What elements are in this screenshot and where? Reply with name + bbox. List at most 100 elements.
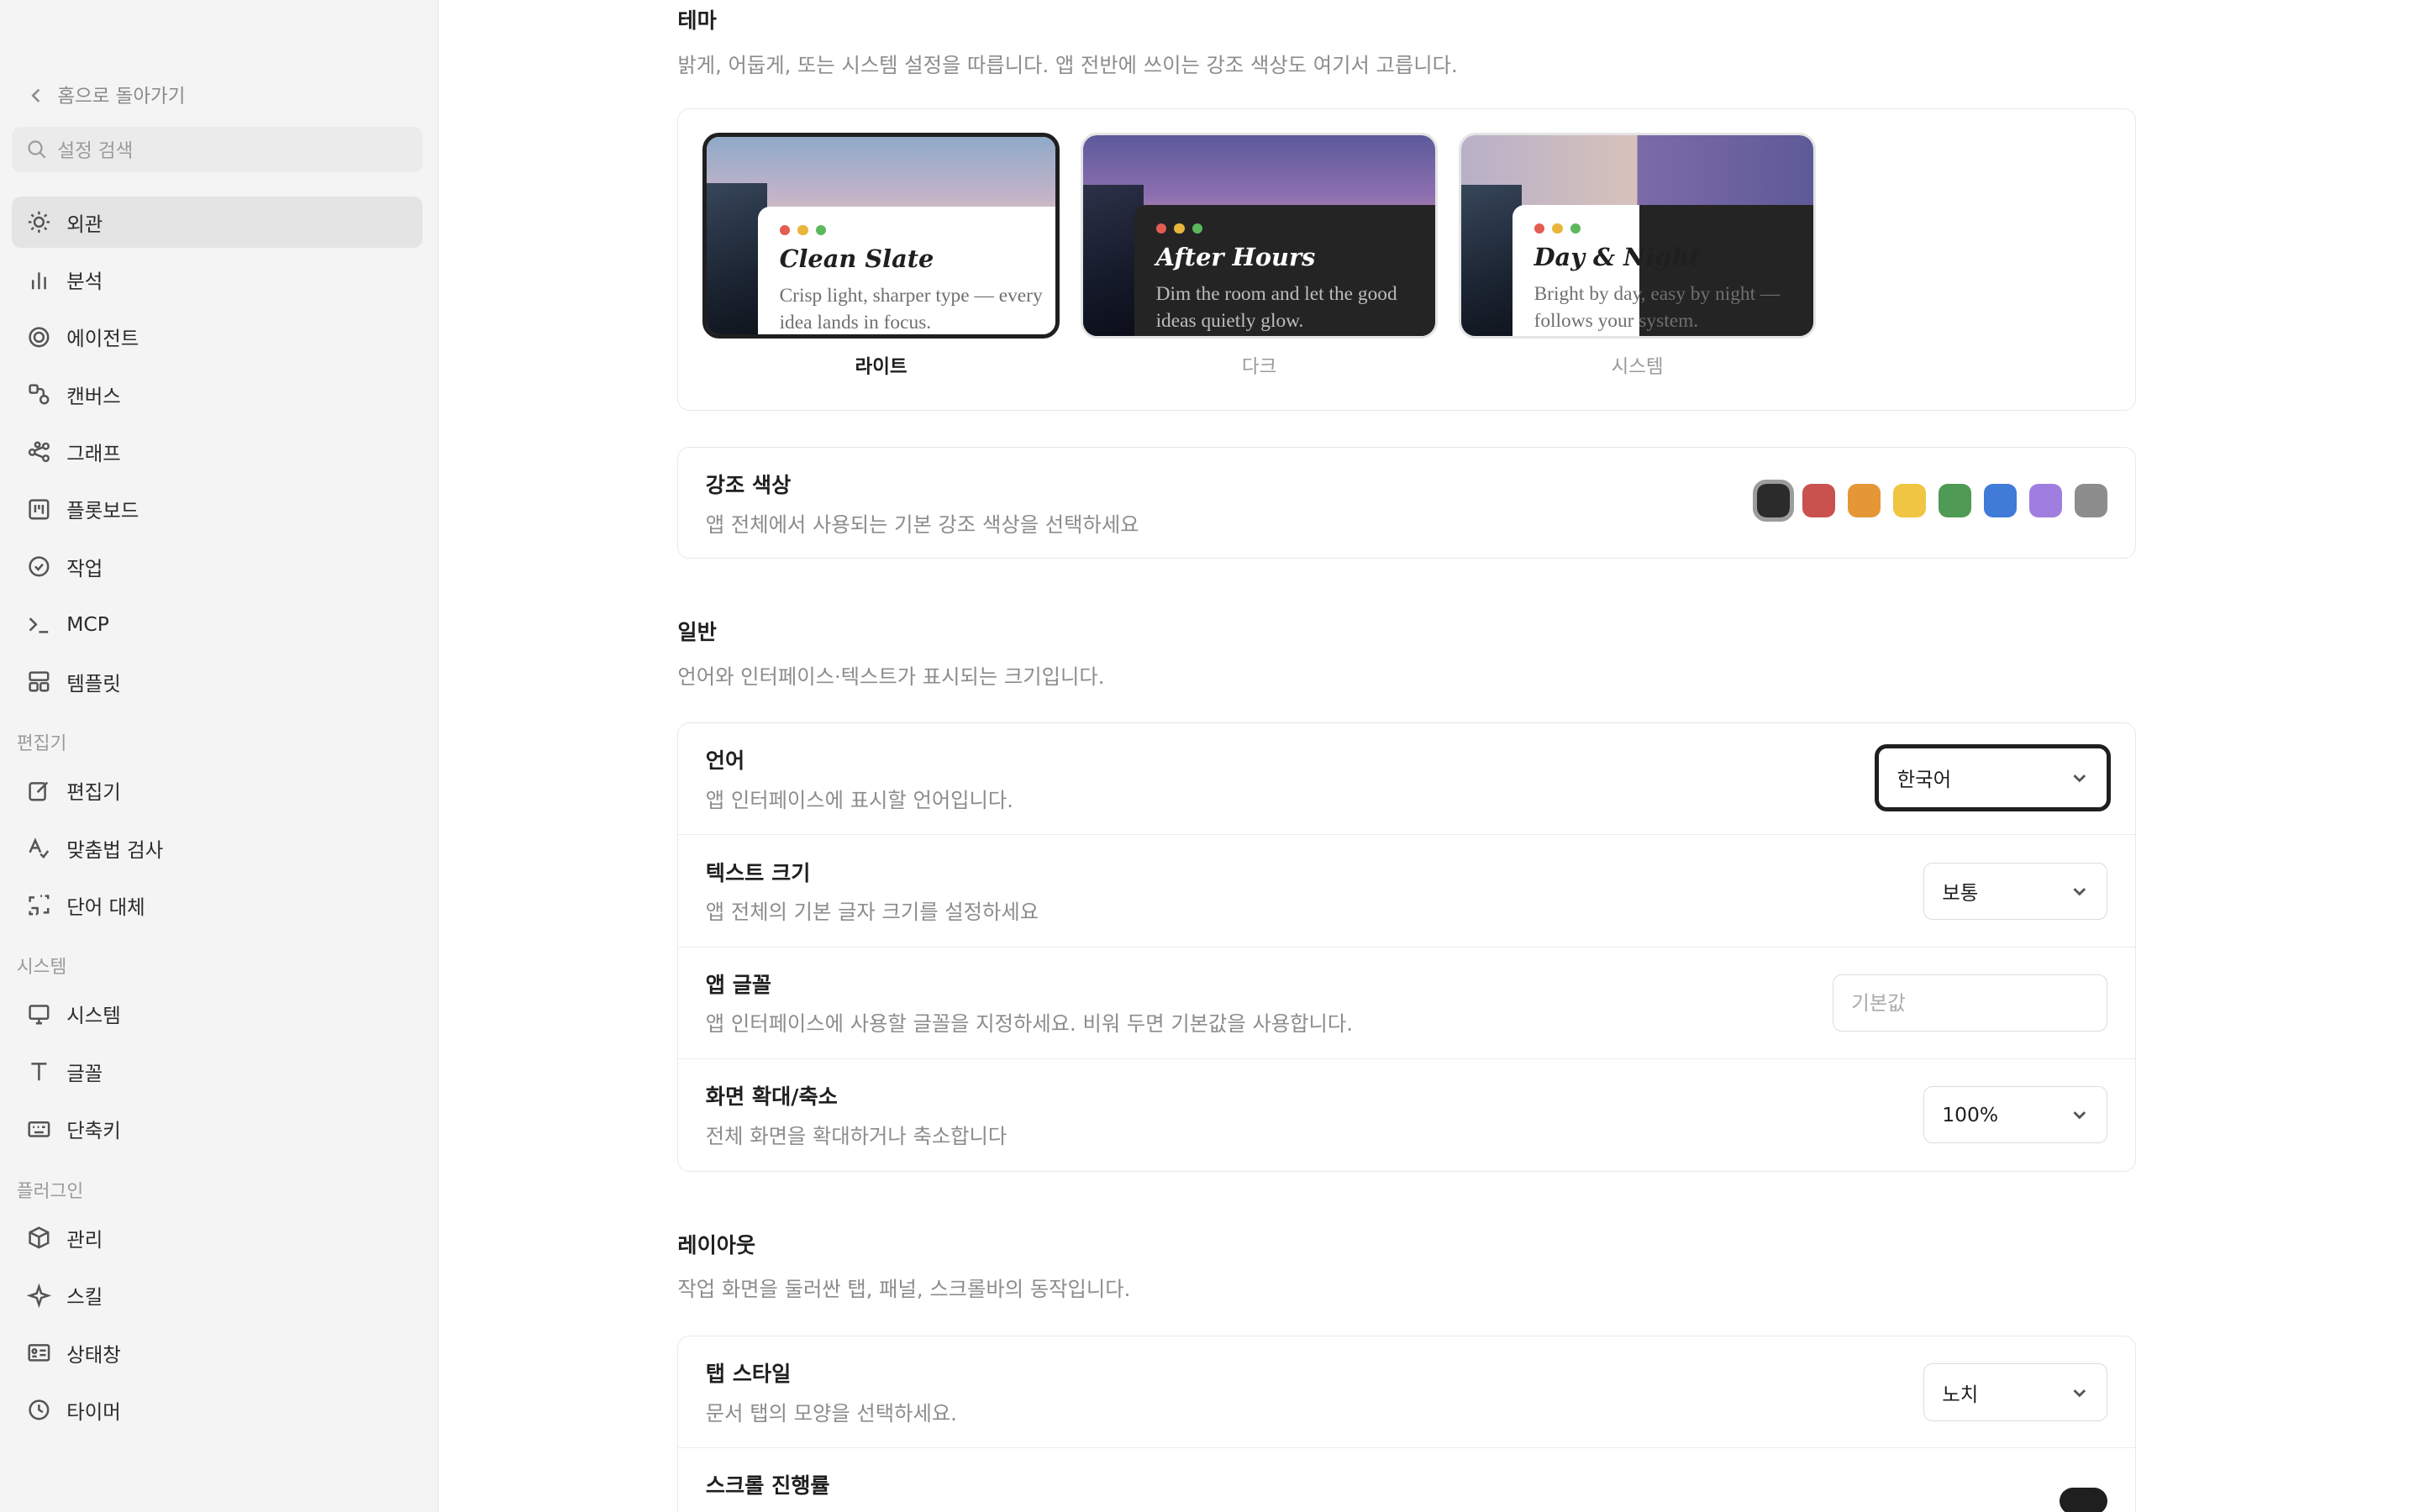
theme-preview-system[interactable]: Day & Night Bright by day, easy by night…: [1459, 133, 1816, 339]
theme-tagline: Bright by day, easy by night — follows y…: [1534, 282, 1781, 333]
sidebar-item-tasks[interactable]: 작업: [12, 541, 423, 592]
language-value: 한국어: [1897, 767, 1952, 791]
zoom-title: 화면 확대/축소: [705, 1084, 838, 1109]
scroll-progress-title: 스크롤 진행률: [705, 1473, 830, 1499]
check-circle-icon: [29, 556, 50, 577]
text-size-select[interactable]: 보통: [1923, 862, 2108, 921]
settings-content: 테마 밝게, 어둡게, 또는 시스템 설정을 따릅니다. 앱 전반에 쓰이는 강…: [677, 0, 2136, 1512]
layout-section-title: 레이아웃: [677, 1233, 756, 1258]
replace-icon: [29, 895, 50, 916]
sidebar-item-graph[interactable]: 그래프: [12, 426, 423, 477]
nav-group-plugins: 플러그인: [16, 1180, 84, 1202]
theme-tagline: Crisp light, sharper type — every idea l…: [779, 284, 1043, 334]
theme-label-light: 라이트: [855, 356, 908, 379]
sidebar-item-spellcheck[interactable]: 맞춤법 검사: [12, 822, 423, 874]
status-card-icon: [28, 1344, 50, 1362]
sidebar-item-editor[interactable]: 편집기: [12, 765, 423, 816]
theme-option-system[interactable]: Day & Night Bright by day, easy by night…: [1459, 133, 1816, 379]
chevron-down-icon: [2073, 888, 2086, 896]
nav-group-system: 시스템: [16, 957, 67, 979]
window-preview: Day & Night Bright by day, easy by night…: [1512, 205, 1813, 337]
accent-swatch[interactable]: [1983, 483, 2018, 517]
accent-swatch[interactable]: [1847, 483, 1881, 517]
accent-swatch[interactable]: [2074, 483, 2108, 517]
tab-style-title: 탭 스타일: [705, 1362, 792, 1387]
language-row: 언어 앱 인터페이스에 표시할 언어입니다. 한국어: [678, 723, 2135, 836]
chevron-down-icon: [2073, 1111, 2086, 1120]
general-section-desc: 언어와 인터페이스·텍스트가 표시되는 크기입니다.: [677, 664, 1105, 689]
tab-style-row: 탭 스타일 문서 탭의 모양을 선택하세요. 노치: [678, 1336, 2135, 1449]
sidebar-item-analytics[interactable]: 분석: [12, 254, 423, 305]
tab-style-value: 노치: [1942, 1382, 1979, 1406]
theme-name: Day & Night: [1534, 243, 1701, 272]
sidebar-item-skills[interactable]: 스킬: [12, 1270, 423, 1321]
accent-color-row: 강조 색상 앱 전체에서 사용되는 기본 강조 색상을 선택하세요: [677, 446, 2136, 559]
theme-name: Clean Slate: [779, 244, 934, 274]
theme-preview-light[interactable]: Clean Slate Crisp light, sharper type — …: [702, 133, 1060, 339]
app-font-input[interactable]: [1832, 974, 2108, 1032]
nav-main: 외관 분석 에이전트 캔버스 그래프 플롯보드 작업 MCP 템플릿 편집기 편…: [0, 196, 438, 1436]
sidebar-item-system[interactable]: 시스템: [12, 989, 423, 1040]
theme-preview-dark[interactable]: After Hours Dim the room and let the goo…: [1081, 133, 1438, 339]
clock-icon: [29, 1399, 50, 1420]
theme-option-light[interactable]: Clean Slate Crisp light, sharper type — …: [702, 133, 1060, 379]
text-size-title: 텍스트 크기: [705, 860, 811, 885]
accent-swatch[interactable]: [1938, 483, 1972, 517]
tab-style-select[interactable]: 노치: [1923, 1363, 2108, 1421]
theme-label-dark: 다크: [1241, 356, 1277, 379]
terminal-icon: [29, 617, 49, 633]
search-placeholder: 설정 검색: [57, 140, 134, 163]
text-size-row: 텍스트 크기 앱 전체의 기본 글자 크기를 설정하세요 보통: [678, 835, 2135, 948]
sidebar-item-word-replace[interactable]: 단어 대체: [12, 879, 423, 931]
text-size-value: 보통: [1942, 880, 1979, 905]
general-section-title: 일반: [677, 620, 717, 645]
sidebar-item-manage[interactable]: 관리: [12, 1212, 423, 1263]
settings-search[interactable]: 설정 검색: [12, 127, 423, 173]
theme-name: After Hours: [1155, 243, 1316, 272]
sidebar-item-fonts[interactable]: 글꼴: [12, 1046, 423, 1097]
window-preview: After Hours Dim the room and let the goo…: [1134, 205, 1435, 337]
keyboard-icon: [28, 1121, 50, 1137]
edit-icon: [29, 781, 49, 801]
zoom-value: 100%: [1942, 1103, 1999, 1127]
general-settings-card: 언어 앱 인터페이스에 표시할 언어입니다. 한국어 텍스트 크기 앱 전체의 …: [677, 722, 2136, 1172]
sidebar-item-canvas[interactable]: 캔버스: [12, 369, 423, 420]
settings-main: 테마 밝게, 어둡게, 또는 시스템 설정을 따릅니다. 앱 전반에 쓰이는 강…: [439, 0, 2420, 1512]
spellcheck-icon: [29, 837, 50, 859]
theme-section-title: 테마: [677, 8, 717, 34]
sparkle-icon: [27, 1283, 52, 1308]
theme-option-dark[interactable]: After Hours Dim the room and let the goo…: [1081, 133, 1438, 379]
theme-card: Clean Slate Crisp light, sharper type — …: [677, 108, 2136, 411]
sidebar-item-mcp[interactable]: MCP: [12, 599, 423, 650]
layout-section-desc: 작업 화면을 둘러싼 탭, 패널, 스크롤바의 동작입니다.: [677, 1277, 1131, 1302]
sidebar-item-statusbar[interactable]: 상태창: [12, 1327, 423, 1378]
sidebar-item-timer[interactable]: 타이머: [12, 1384, 423, 1436]
zoom-desc: 전체 화면을 확대하거나 축소합니다: [705, 1123, 1007, 1148]
accent-swatch[interactable]: [1802, 483, 1836, 517]
graph-icon: [29, 441, 50, 462]
canvas-icon: [29, 384, 50, 405]
chevron-down-icon: [2073, 1389, 2086, 1398]
sidebar-item-appearance[interactable]: 외관: [12, 196, 423, 249]
layout-settings-card: 탭 스타일 문서 탭의 모양을 선택하세요. 노치 스크롤 진행률: [677, 1336, 2136, 1512]
zoom-select[interactable]: 100%: [1923, 1086, 2108, 1144]
language-select[interactable]: 한국어: [1874, 744, 2111, 811]
sidebar: 홈으로 돌아가기 설정 검색 외관 분석 에이전트 캔버스 그래프 플롯보드 작…: [0, 0, 439, 1512]
sidebar-item-plotboard[interactable]: 플롯보드: [12, 484, 423, 535]
accent-swatch[interactable]: [1892, 483, 1927, 517]
search-icon: [28, 140, 46, 159]
back-to-home-link[interactable]: 홈으로 돌아가기: [27, 79, 438, 113]
sidebar-item-shortcuts[interactable]: 단축키: [12, 1104, 423, 1155]
chevron-left-icon: [31, 88, 40, 102]
sidebar-item-templates[interactable]: 템플릿: [12, 656, 423, 707]
accent-swatches: [1752, 479, 2108, 522]
accent-swatch[interactable]: [1752, 479, 1795, 522]
zoom-row: 화면 확대/축소 전체 화면을 확대하거나 축소합니다 100%: [678, 1059, 2134, 1171]
theme-tagline: Dim the room and let the good ideas quie…: [1155, 282, 1397, 333]
back-link-label: 홈으로 돌아가기: [57, 86, 186, 108]
sidebar-item-agent[interactable]: 에이전트: [12, 312, 423, 363]
monitor-icon: [29, 1005, 50, 1025]
scroll-progress-row: 스크롤 진행률: [678, 1448, 2134, 1512]
accent-swatch[interactable]: [2028, 483, 2063, 517]
scroll-progress-toggle[interactable]: [2059, 1488, 2108, 1512]
